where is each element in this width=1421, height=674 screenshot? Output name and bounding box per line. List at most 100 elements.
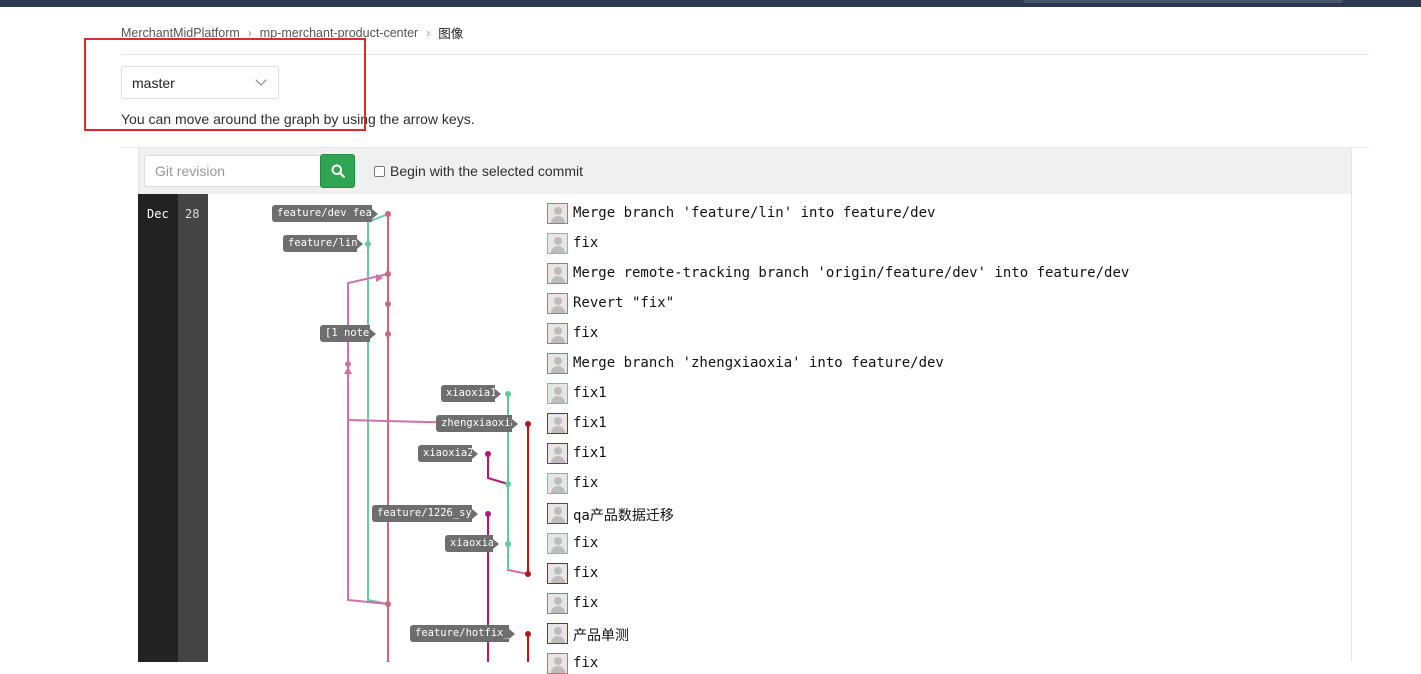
avatar-head-icon bbox=[554, 387, 562, 395]
ref-pointer-icon bbox=[357, 239, 363, 249]
author-avatar[interactable] bbox=[547, 353, 568, 374]
breadcrumb-item-group[interactable]: MerchantMidPlatform bbox=[121, 26, 240, 40]
author-avatar[interactable] bbox=[547, 203, 568, 224]
navbar-search[interactable] bbox=[1023, 0, 1343, 3]
avatar-body-icon bbox=[551, 366, 565, 373]
author-avatar[interactable] bbox=[547, 563, 568, 584]
commit-message[interactable]: fix bbox=[573, 655, 598, 671]
avatar-head-icon bbox=[554, 477, 562, 485]
ref-pointer-icon bbox=[512, 419, 518, 429]
commit-message[interactable]: Merge branch 'feature/lin' into feature/… bbox=[573, 205, 935, 221]
avatar-body-icon bbox=[551, 396, 565, 403]
avatar-body-icon bbox=[551, 456, 565, 463]
author-avatar[interactable] bbox=[547, 533, 568, 554]
avatar-head-icon bbox=[554, 447, 562, 455]
branch-ref-label[interactable]: feature/dev fea… bbox=[272, 205, 372, 222]
avatar-body-icon bbox=[551, 276, 565, 283]
git-revision-input[interactable] bbox=[144, 155, 320, 187]
month-column bbox=[138, 194, 178, 662]
breadcrumb-separator-icon: › bbox=[426, 25, 431, 40]
ref-pointer-icon bbox=[472, 449, 478, 459]
avatar-head-icon bbox=[554, 507, 562, 515]
author-avatar[interactable] bbox=[547, 593, 568, 614]
month-label: Dec bbox=[147, 207, 169, 221]
commit-message[interactable]: Merge remote-tracking branch 'origin/fea… bbox=[573, 265, 1129, 281]
commit-message[interactable]: Merge branch 'zhengxiaoxia' into feature… bbox=[573, 355, 944, 371]
chevron-down-icon bbox=[255, 74, 267, 86]
avatar-head-icon bbox=[554, 267, 562, 275]
commit-message[interactable]: fix bbox=[573, 475, 598, 491]
day-column bbox=[178, 194, 208, 662]
avatar-head-icon bbox=[554, 297, 562, 305]
avatar-head-icon bbox=[554, 357, 562, 365]
avatar-head-icon bbox=[554, 417, 562, 425]
search-button[interactable] bbox=[320, 154, 355, 188]
commit-message[interactable]: fix bbox=[573, 595, 598, 611]
author-avatar[interactable] bbox=[547, 293, 568, 314]
commit-message[interactable]: fix bbox=[573, 565, 598, 581]
ref-pointer-icon bbox=[472, 509, 478, 519]
avatar-head-icon bbox=[554, 567, 562, 575]
avatar-body-icon bbox=[551, 576, 565, 583]
commit-message[interactable]: fix1 bbox=[573, 415, 607, 431]
author-avatar[interactable] bbox=[547, 473, 568, 494]
branch-select-value: master bbox=[132, 74, 175, 91]
avatar-body-icon bbox=[551, 306, 565, 313]
avatar-head-icon bbox=[554, 327, 562, 335]
ref-pointer-icon bbox=[495, 389, 501, 399]
branch-ref-label[interactable]: [1 note] bbox=[320, 325, 370, 342]
breadcrumb: MerchantMidPlatform › mp-merchant-produc… bbox=[121, 23, 463, 42]
avatar-head-icon bbox=[554, 237, 562, 245]
author-avatar[interactable] bbox=[547, 263, 568, 284]
author-avatar[interactable] bbox=[547, 623, 568, 644]
author-avatar[interactable] bbox=[547, 413, 568, 434]
commit-message[interactable]: fix1 bbox=[573, 385, 607, 401]
commit-message[interactable]: qa产品数据迁移 bbox=[573, 505, 674, 525]
ref-pointer-icon bbox=[370, 329, 376, 339]
breadcrumb-divider bbox=[121, 54, 1369, 55]
breadcrumb-separator-icon: › bbox=[247, 25, 252, 40]
avatar-body-icon bbox=[551, 666, 565, 673]
avatar-head-icon bbox=[554, 207, 562, 215]
author-avatar[interactable] bbox=[547, 503, 568, 524]
branch-select[interactable]: master bbox=[121, 66, 279, 99]
avatar-body-icon bbox=[551, 486, 565, 493]
author-avatar[interactable] bbox=[547, 233, 568, 254]
author-avatar[interactable] bbox=[547, 383, 568, 404]
branch-ref-label[interactable]: zhengxiaoxia bbox=[436, 415, 512, 432]
avatar-head-icon bbox=[554, 537, 562, 545]
avatar-body-icon bbox=[551, 636, 565, 643]
avatar-head-icon bbox=[554, 597, 562, 605]
day-label: 28 bbox=[185, 207, 200, 221]
commit-message[interactable]: fix bbox=[573, 535, 598, 551]
branch-ref-label[interactable]: xiaoxia1 bbox=[441, 385, 495, 402]
commit-message[interactable]: fix1 bbox=[573, 445, 607, 461]
ref-pointer-icon bbox=[493, 539, 499, 549]
avatar-body-icon bbox=[551, 516, 565, 523]
search-icon bbox=[331, 164, 345, 178]
avatar-body-icon bbox=[551, 606, 565, 613]
avatar-body-icon bbox=[551, 336, 565, 343]
branch-ref-label[interactable]: xiaoxia2 bbox=[418, 445, 472, 462]
author-avatar[interactable] bbox=[547, 443, 568, 464]
avatar-head-icon bbox=[554, 657, 562, 665]
branch-ref-label[interactable]: feature/lin bbox=[283, 235, 357, 252]
ref-pointer-icon bbox=[509, 629, 515, 639]
ref-pointer-icon bbox=[372, 209, 378, 219]
avatar-body-icon bbox=[551, 246, 565, 253]
breadcrumb-item-project[interactable]: mp-merchant-product-center bbox=[260, 26, 418, 40]
branch-ref-label[interactable]: feature/hotfix_… bbox=[410, 625, 509, 642]
branch-ref-label[interactable]: feature/1226_sy… bbox=[372, 505, 472, 522]
commit-message[interactable]: fix bbox=[573, 325, 598, 341]
graph-toolbar: Begin with the selected commit bbox=[138, 148, 1352, 194]
commit-message[interactable]: Revert "fix" bbox=[573, 295, 674, 311]
begin-with-commit-checkbox[interactable] bbox=[374, 165, 385, 177]
begin-with-commit-label: Begin with the selected commit bbox=[390, 163, 583, 179]
branch-ref-label[interactable]: xiaoxia bbox=[445, 535, 493, 552]
commit-message[interactable]: fix bbox=[573, 235, 598, 251]
author-avatar[interactable] bbox=[547, 323, 568, 344]
commit-message[interactable]: 产品单测 bbox=[573, 625, 629, 645]
breadcrumb-current: 图像 bbox=[438, 27, 464, 41]
begin-with-commit-option[interactable]: Begin with the selected commit bbox=[374, 163, 583, 179]
author-avatar[interactable] bbox=[547, 653, 568, 674]
